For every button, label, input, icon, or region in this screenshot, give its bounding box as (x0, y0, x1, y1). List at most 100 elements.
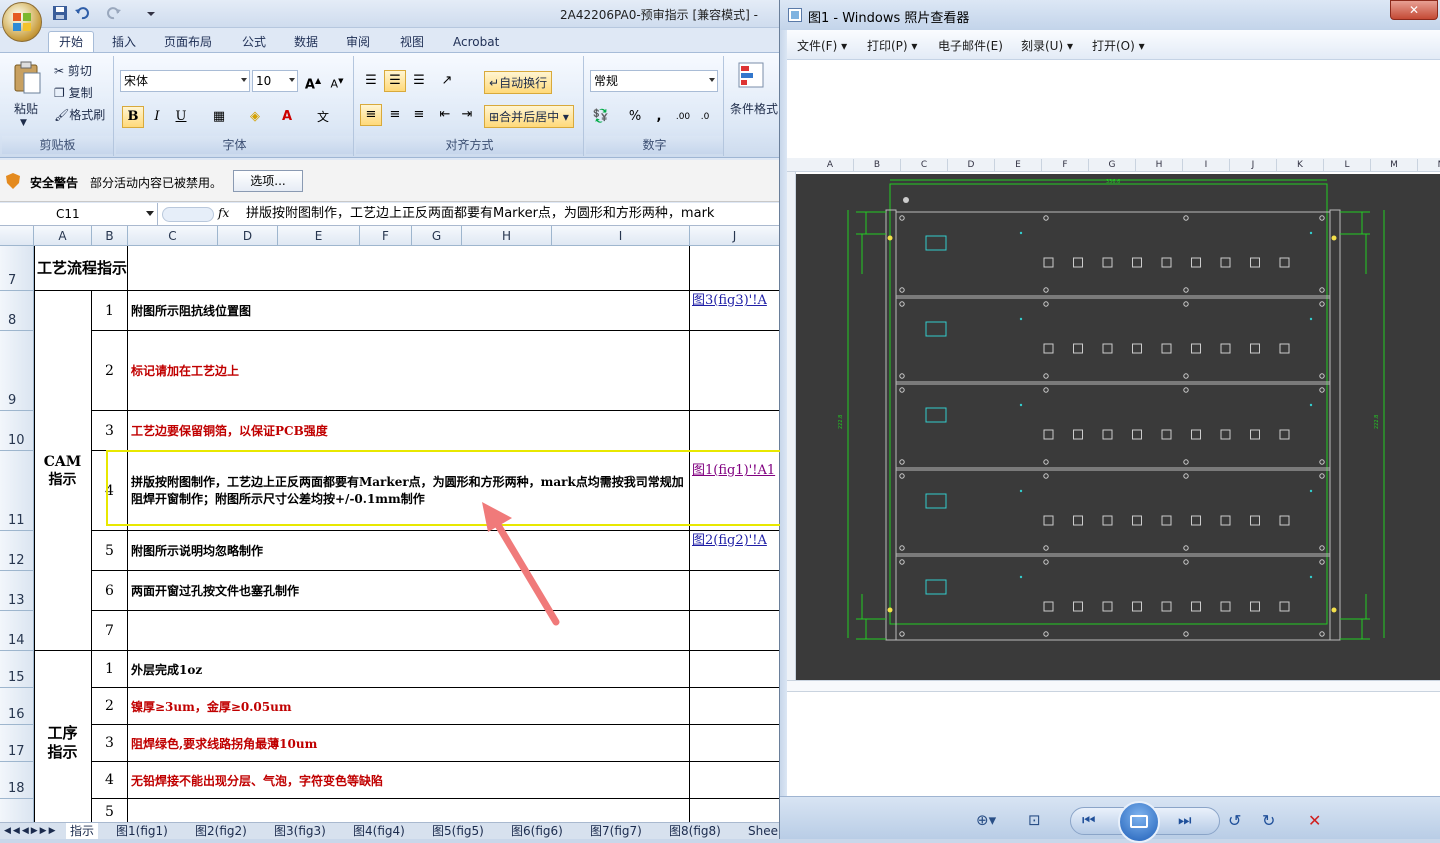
row-header-7[interactable]: 7 (0, 246, 34, 291)
sheet-tab-fig6[interactable]: 图6(fig6) (511, 823, 563, 839)
save-icon[interactable] (52, 5, 68, 21)
conditional-format-button[interactable]: 条件格式 (730, 100, 778, 117)
instruction-cell[interactable]: 两面开窗过孔按文件也塞孔制作 (128, 571, 690, 611)
menu-file[interactable]: 文件(F) ▾ (797, 37, 847, 54)
grow-font-icon[interactable]: A▲ (302, 70, 324, 92)
rotate-right-icon[interactable]: ↻ (1262, 811, 1275, 830)
wrap-text-button[interactable]: ↵自动换行 (484, 71, 553, 94)
table-cell[interactable] (690, 411, 780, 451)
sheet-tab-fig4[interactable]: 图4(fig4) (353, 823, 405, 839)
row-header-17[interactable]: 17 (0, 725, 34, 762)
table-cell[interactable] (690, 725, 780, 762)
row-header-15[interactable]: 15 (0, 651, 34, 688)
tab-acrobat[interactable]: Acrobat (445, 32, 507, 52)
tab-view[interactable]: 视图 (392, 32, 432, 52)
phonetic-icon[interactable]: 文 (312, 106, 334, 128)
sheet-tab-fig8[interactable]: 图8(fig8) (669, 823, 721, 839)
tab-insert[interactable]: 插入 (104, 32, 144, 52)
align-middle-icon[interactable]: ☰ (384, 70, 406, 92)
paste-icon[interactable] (12, 61, 42, 95)
formula-expand-icon[interactable] (162, 207, 214, 222)
previous-icon[interactable]: ⏮ (1082, 811, 1096, 829)
viewer-close-button[interactable]: ✕ (1390, 0, 1438, 20)
table-cell[interactable] (690, 571, 780, 611)
fit-window-icon[interactable]: ⊡ (1028, 811, 1041, 829)
merge-center-button[interactable]: ⊞合并后居中 ▾ (484, 105, 574, 128)
next-icon[interactable]: ⏭ (1178, 811, 1192, 829)
underline-button[interactable]: U (170, 106, 192, 128)
menu-print[interactable]: 打印(P) ▾ (867, 37, 917, 54)
zoom-icon[interactable]: ⊕▾ (976, 811, 996, 829)
undo-icon[interactable] (74, 5, 90, 21)
align-left-icon[interactable]: ≡ (360, 104, 382, 126)
table-cell[interactable] (690, 611, 780, 651)
cam-group-cell[interactable]: CAM指示 (34, 291, 92, 651)
tab-data[interactable]: 数据 (286, 32, 326, 52)
tab-page-layout[interactable]: 页面布局 (156, 32, 220, 52)
row-header-18[interactable]: 18 (0, 762, 34, 799)
table-cell[interactable] (690, 331, 780, 411)
currency-icon[interactable]: 💱 (590, 106, 612, 128)
rotate-left-icon[interactable]: ↺ (1228, 811, 1241, 830)
process-cell[interactable]: 外层完成1oz (128, 651, 690, 688)
process-cell[interactable]: 无铅焊接不能出现分层、气泡，字符变色等缺陷 (128, 762, 690, 799)
column-header-g[interactable]: G (412, 226, 462, 246)
instruction-cell[interactable] (128, 611, 690, 651)
process-cell[interactable]: 阻焊绿色,要求线路拐角最薄10um (128, 725, 690, 762)
decrease-indent-icon[interactable]: ⇤ (434, 104, 456, 126)
column-header-e[interactable]: E (278, 226, 360, 246)
align-center-icon[interactable]: ≡ (384, 104, 406, 126)
name-box[interactable]: C11 (0, 203, 158, 225)
row-header-13[interactable]: 13 (0, 571, 34, 611)
font-size-select[interactable]: 10 (252, 70, 298, 92)
formula-input[interactable]: 拼版按附图制作，工艺边上正反两面都要有Marker点，为圆形和方形两种，mark (246, 203, 780, 225)
row-header-9[interactable]: 9 (0, 331, 34, 411)
fig3-link[interactable]: 图3(fig3)'!A (690, 291, 780, 331)
font-color-icon[interactable]: A (276, 106, 298, 128)
instruction-cell[interactable]: 附图所示阻抗线位置图 (128, 291, 690, 331)
shrink-font-icon[interactable]: A▼ (326, 70, 348, 92)
row-header-8[interactable]: 8 (0, 291, 34, 331)
menu-email[interactable]: 电子邮件(E) (938, 37, 1003, 54)
column-header-j[interactable]: J (690, 226, 780, 246)
instruction-cell[interactable]: 标记请加在工艺边上 (128, 331, 690, 411)
security-options-button[interactable]: 选项... (233, 170, 303, 192)
align-bottom-icon[interactable]: ☰ (408, 70, 430, 92)
tab-review[interactable]: 审阅 (338, 32, 378, 52)
menu-burn[interactable]: 刻录(U) ▾ (1021, 37, 1073, 54)
bold-button[interactable]: B (122, 106, 144, 128)
table-cell[interactable] (690, 651, 780, 688)
increase-decimal-icon[interactable]: .00 (672, 106, 694, 128)
process-cell[interactable] (128, 799, 690, 822)
sheet-nav-icon[interactable]: ◀◀◀▶▶▶ (4, 823, 58, 839)
paste-dropdown-icon[interactable]: ▼ (20, 118, 27, 128)
select-all-corner[interactable] (0, 226, 34, 246)
instruction-cell[interactable]: 工艺边要保留铜箔，以保证PCB强度 (128, 411, 690, 451)
row-header-16[interactable]: 16 (0, 688, 34, 725)
customize-qat-icon[interactable] (146, 5, 162, 21)
align-top-icon[interactable]: ☰ (360, 70, 382, 92)
borders-icon[interactable]: ▦ (208, 106, 230, 128)
table-cell[interactable] (690, 246, 780, 291)
fx-icon[interactable]: fx (218, 206, 229, 220)
menu-open[interactable]: 打开(O) ▾ (1092, 37, 1145, 54)
row-header-12[interactable]: 12 (0, 531, 34, 571)
process-header[interactable]: 工艺流程指示 (34, 246, 128, 291)
process-cell[interactable]: 镍厚≥3um，金厚≥0.05um (128, 688, 690, 725)
table-cell[interactable] (690, 762, 780, 799)
number-format-select[interactable]: 常规 (590, 70, 718, 92)
column-header-a[interactable]: A (34, 226, 92, 246)
delete-icon[interactable]: ✕ (1308, 811, 1321, 830)
row-header-10[interactable]: 10 (0, 411, 34, 451)
redo-icon[interactable] (106, 5, 122, 21)
copy-button[interactable]: ❐ 复制 (54, 84, 93, 101)
sheet-tab-instructions[interactable]: 指示 (66, 823, 99, 839)
table-cell[interactable] (690, 688, 780, 725)
office-button[interactable] (2, 2, 42, 42)
sheet-tab-more[interactable]: Shee (748, 823, 778, 839)
sheet-tab-fig2[interactable]: 图2(fig2) (195, 823, 247, 839)
name-box-dropdown-icon[interactable] (146, 211, 154, 216)
decrease-decimal-icon[interactable]: .0 (694, 106, 716, 128)
sheet-tab-fig3[interactable]: 图3(fig3) (274, 823, 326, 839)
tab-home[interactable]: 开始 (48, 31, 94, 53)
